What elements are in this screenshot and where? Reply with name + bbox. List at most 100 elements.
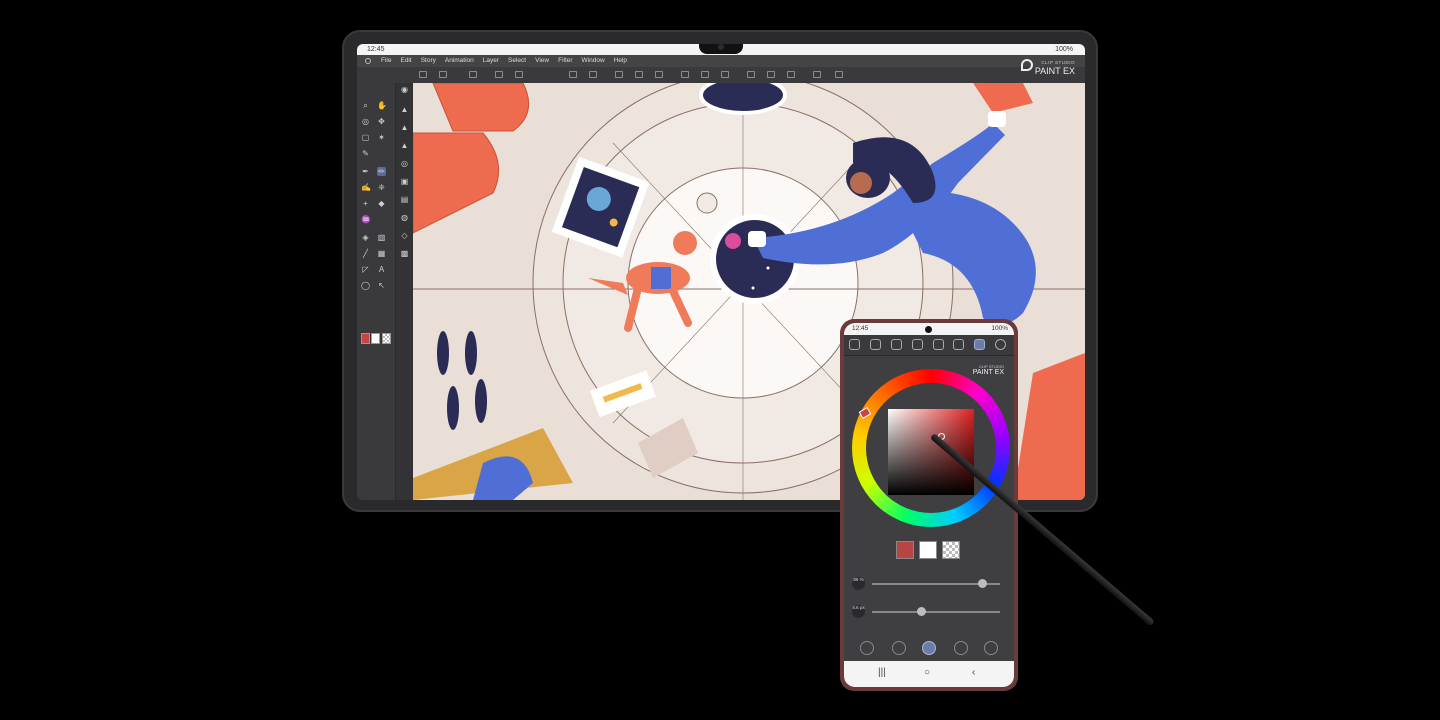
saturation-value-box[interactable] [888,409,974,495]
gradient-tool-icon[interactable]: ▧ [377,233,386,242]
brush-size-icon[interactable]: ▲ [400,141,409,150]
selection-tool-icon[interactable]: ▢ [361,133,370,142]
layer-property-icon[interactable]: ◍ [400,213,409,222]
phone-bottom-toolbar [844,637,1014,659]
eyedropper-icon[interactable]: ✎ [361,149,370,158]
companion-mode-icon[interactable] [835,71,843,78]
open-file-icon[interactable] [469,71,477,78]
tool-property-icon[interactable]: ▲ [400,123,409,132]
image-tab-icon[interactable] [891,339,902,350]
opacity-slider-knob[interactable] [978,579,988,588]
color-history-icon[interactable]: ▤ [400,195,409,204]
undo-icon[interactable] [569,71,577,78]
menu-view[interactable]: View [535,55,549,67]
move-tool-icon[interactable]: ✥ [377,117,386,126]
figure-tool-icon[interactable]: ╱ [361,249,370,258]
hand-tool-icon[interactable]: ✋ [377,101,387,110]
new-file-icon[interactable] [439,71,447,78]
switch-tab-icon[interactable] [912,339,923,350]
fill-icon[interactable] [635,71,643,78]
settings-tab-icon[interactable] [933,339,944,350]
transparent-color-swatch[interactable] [382,333,391,344]
redo-icon[interactable] [589,71,597,78]
app-brand: CLIP STUDIO PAINT EX [1035,58,1075,76]
ruler-tool-icon[interactable]: ◸ [361,265,370,274]
subtool-panel-icon[interactable]: ▲ [400,105,409,114]
phone-device: 12:45 100% CLIP STUDIO PAINT EX 86 % 4.6… [840,319,1018,691]
connection-tab-icon[interactable] [849,339,860,350]
menu-file[interactable]: File [381,55,391,67]
save-icon[interactable] [954,641,968,655]
phone-screen: 12:45 100% CLIP STUDIO PAINT EX 86 % 4.6… [844,323,1014,687]
fill-tool-icon[interactable]: ◈ [361,233,370,242]
decoration-tool-icon[interactable]: + [361,199,370,208]
deselect-icon[interactable] [681,71,689,78]
sphere-tab-icon[interactable] [953,339,964,350]
status-time: 12:45 [367,46,385,53]
menu-select[interactable]: Select [508,55,526,67]
color-wheel-icon[interactable]: ◎ [400,159,409,168]
material-panel-icon[interactable]: ▩ [400,249,409,258]
layer-panel-icon[interactable]: ◇ [400,231,409,240]
recent-apps-button[interactable]: ||| [878,667,886,678]
brush-tool-icon[interactable]: ✍ [361,183,371,192]
status-battery: 100% [1055,46,1073,53]
menu-help[interactable]: Help [614,55,627,67]
color-swatches [896,541,960,559]
main-color-swatch[interactable] [361,333,370,344]
tool-icon[interactable] [984,641,998,655]
sub-color-swatch[interactable] [371,333,380,344]
export-icon[interactable] [515,71,523,78]
save-icon[interactable] [495,71,503,78]
pencil-tool-icon[interactable]: ✏ [377,167,386,176]
zoom-icon[interactable] [860,641,874,655]
correct-line-icon[interactable]: ↖ [377,281,386,290]
phone-sub-color-swatch[interactable] [919,541,937,559]
size-slider-knob[interactable] [916,607,926,616]
size-slider[interactable] [872,611,1000,613]
color-mode-icon[interactable] [922,641,936,655]
menu-list-icon[interactable] [419,71,427,78]
transform-icon[interactable] [655,71,663,78]
menu-filter[interactable]: Filter [558,55,572,67]
auto-select-icon[interactable]: ✶ [377,133,386,142]
help-icon[interactable] [995,339,1006,350]
app-logo-icon[interactable] [365,58,371,64]
eyedropper-icon[interactable] [892,641,906,655]
back-button[interactable]: ‹ [972,667,975,678]
invert-selection-icon[interactable] [701,71,709,78]
crop-icon[interactable] [721,71,729,78]
tool-palette: ⌕ ✋ ◎ ✥ ▢ ✶ ✎ ✒ ✏ ✍ ❈ + ◆ ♒ ◈ ▧ ╱ ▦ ◸ A … [357,83,395,500]
menu-window[interactable]: Window [582,55,605,67]
balloon-tool-icon[interactable]: ◯ [361,281,370,290]
object-tool-icon[interactable]: ◎ [361,117,370,126]
brand-name: PAINT EX [1034,66,1075,76]
phone-main-color-swatch[interactable] [896,541,914,559]
menu-layer[interactable]: Layer [483,55,499,67]
size-label: 4.6 px [852,605,865,618]
eraser-tool-icon[interactable]: ◆ [377,199,386,208]
device-icon[interactable] [813,71,821,78]
menu-story[interactable]: Story [421,55,436,67]
layer-tab-icon[interactable] [870,339,881,350]
command-bar [357,67,1085,84]
perspective-ruler-icon[interactable] [767,71,775,78]
menu-edit[interactable]: Edit [400,55,411,67]
clip-studio-logo-icon [1021,59,1033,71]
companion-tab-bar [844,335,1014,356]
frame-border-icon[interactable]: ▦ [377,249,386,258]
menu-animation[interactable]: Animation [445,55,474,67]
blend-tool-icon[interactable]: ♒ [361,215,371,224]
airbrush-tool-icon[interactable]: ❈ [377,183,386,192]
pen-tool-icon[interactable]: ✒ [361,167,370,176]
zoom-tool-icon[interactable]: ⌕ [361,101,370,110]
navigator-icon[interactable]: ◉ [400,85,409,94]
text-tool-icon[interactable]: A [377,265,386,274]
phone-transparent-swatch[interactable] [942,541,960,559]
home-button[interactable]: ○ [924,667,930,678]
snap-icon[interactable] [787,71,795,78]
clear-icon[interactable] [615,71,623,78]
color-tab-icon[interactable] [974,339,985,350]
ruler-icon[interactable] [747,71,755,78]
color-set-icon[interactable]: ▣ [400,177,409,186]
